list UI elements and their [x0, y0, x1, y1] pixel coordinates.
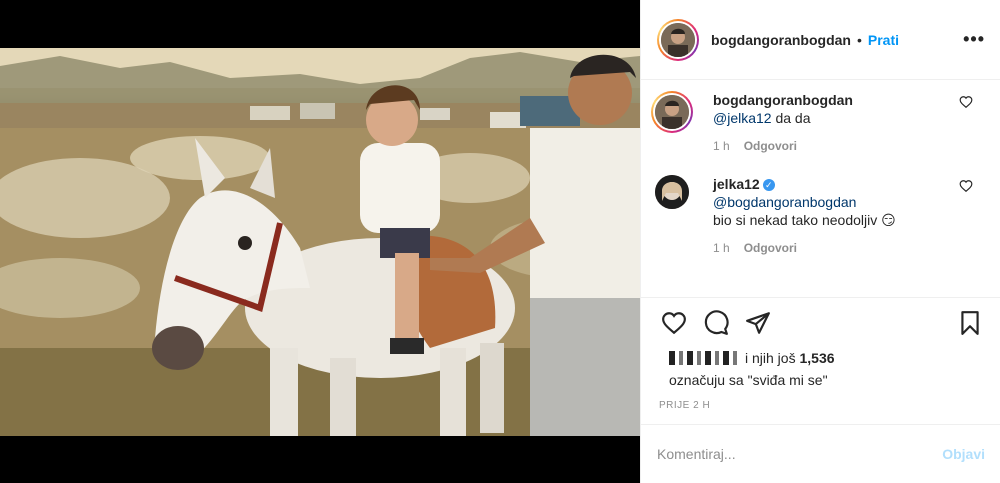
post-comment-button[interactable]: Objavi: [942, 446, 985, 462]
separator-dot: •: [856, 31, 862, 48]
likes-prefix: i njih još: [745, 350, 796, 366]
liker-avatars: [669, 351, 739, 365]
comment-input[interactable]: [657, 446, 943, 462]
paper-plane-icon[interactable]: [745, 310, 771, 336]
comments-list: bogdangoranbogdan @jelka12 da da 1 h Odgo…: [641, 81, 1000, 296]
comment-mention[interactable]: @bogdangoranbogdan: [713, 194, 856, 210]
reply-button[interactable]: Odgovori: [744, 139, 797, 153]
action-icons: [661, 310, 771, 336]
likes-suffix: označuju sa "sviđa mi se": [669, 372, 828, 388]
post-photo[interactable]: [0, 48, 640, 436]
comment-time: 1 h: [713, 139, 730, 153]
likes-summary[interactable]: i njih još 1,536: [669, 350, 835, 366]
follow-button[interactable]: Prati: [868, 32, 899, 48]
comment-heart-icon[interactable]: [959, 95, 973, 109]
post-timestamp[interactable]: PRIJE 2 H: [659, 400, 710, 411]
story-ring[interactable]: [657, 18, 699, 61]
comment-avatar-ring[interactable]: [651, 91, 693, 133]
comment-text: bio si nekad tako neodoljiv 😏: [713, 212, 896, 228]
comment-meta: 1 h Odgovori: [713, 139, 993, 153]
comment-mention[interactable]: @jelka12: [713, 110, 772, 126]
comment-heart-icon[interactable]: [959, 179, 973, 193]
heart-icon[interactable]: [661, 310, 687, 336]
add-comment-bar: Objavi: [641, 424, 1000, 483]
comment-item: bogdangoranbogdan @jelka12 da da 1 h Odgo…: [651, 91, 993, 153]
avatar: [655, 95, 689, 129]
comment-meta: 1 h Odgovori: [713, 241, 993, 255]
photo-illustration: [0, 48, 640, 436]
verified-badge-icon: ✓: [762, 179, 775, 191]
post-media-area: [0, 0, 640, 483]
comment-time: 1 h: [713, 241, 730, 255]
avatar: [661, 22, 695, 57]
post-header: bogdangoranbogdan • Prati •••: [641, 0, 1000, 80]
post-author-username[interactable]: bogdangoranbogdan: [711, 32, 851, 48]
post-side-panel: bogdangoranbogdan • Prati ••• bogdangora…: [640, 0, 1000, 483]
avatar[interactable]: [655, 175, 689, 209]
comment-username[interactable]: jelka12: [713, 176, 760, 192]
comment-text: da da: [771, 110, 811, 126]
likes-count[interactable]: 1,536: [799, 350, 834, 366]
post-actions-section: i njih još 1,536 označuju sa "sviđa mi s…: [641, 297, 1000, 411]
more-options-icon[interactable]: •••: [963, 29, 985, 50]
bookmark-icon[interactable]: [957, 310, 983, 336]
reply-button[interactable]: Odgovori: [744, 241, 797, 255]
comment-item: jelka12 ✓ @bogdangoranbogdan bio si nekad…: [655, 175, 993, 255]
comment-icon[interactable]: [703, 310, 729, 336]
comment-username[interactable]: bogdangoranbogdan: [713, 92, 853, 108]
